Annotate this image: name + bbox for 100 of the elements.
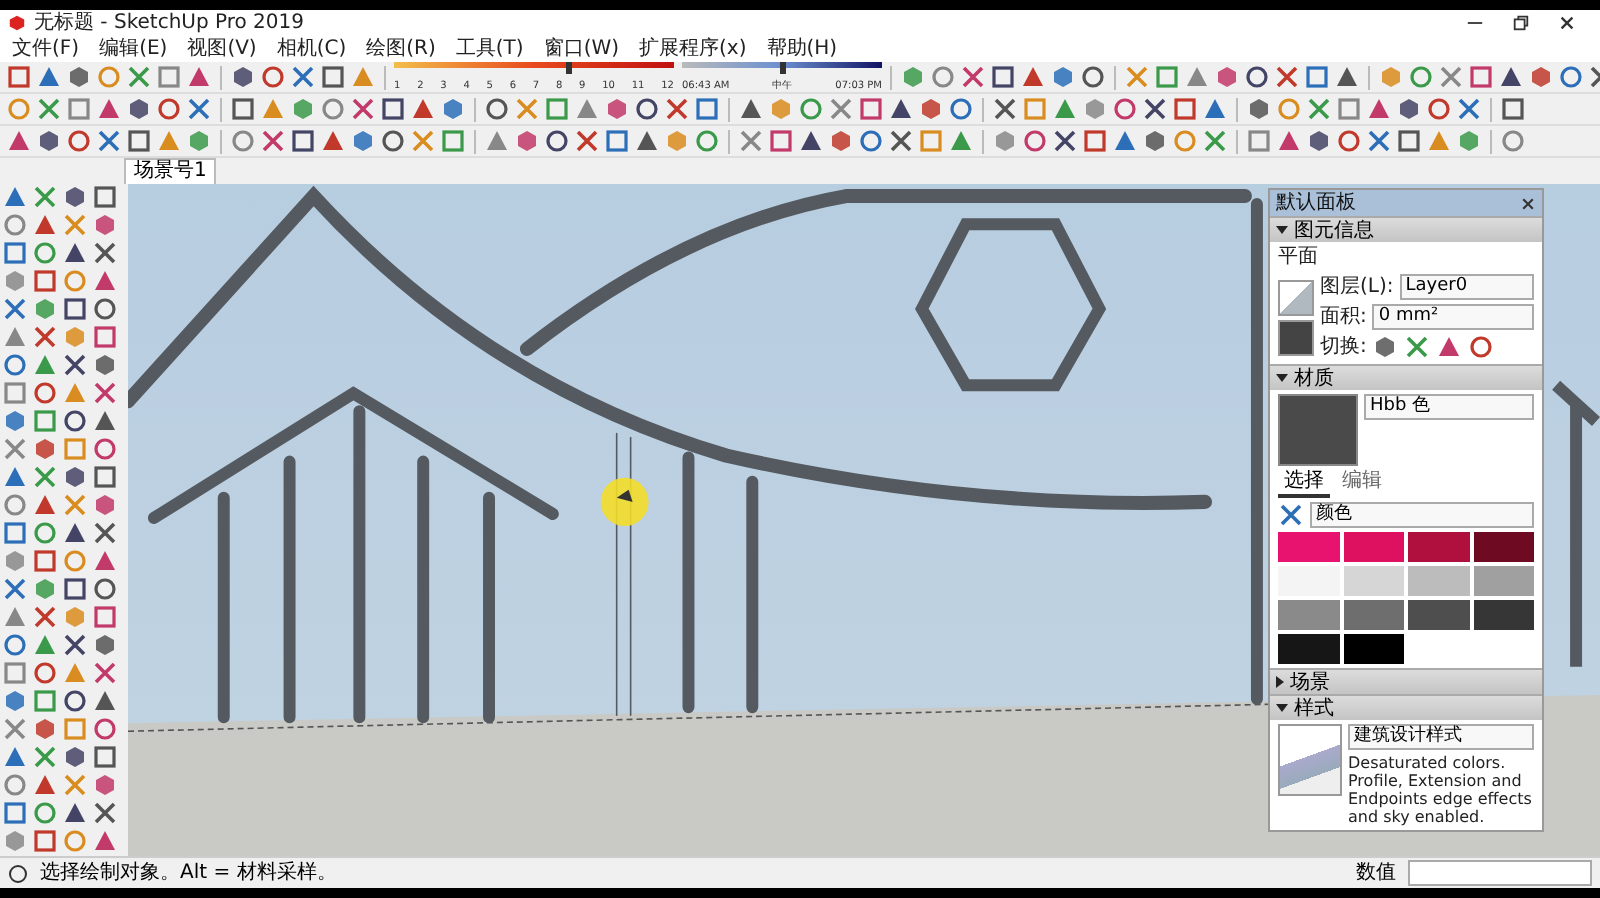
tool-icon[interactable]	[604, 96, 630, 122]
tool-icon[interactable]	[62, 800, 88, 826]
tool-icon[interactable]	[32, 492, 58, 518]
color-swatch[interactable]	[1278, 600, 1339, 630]
tool-icon[interactable]	[2, 408, 28, 434]
tool-icon[interactable]	[32, 772, 58, 798]
tool-icon[interactable]	[350, 96, 376, 122]
color-swatch[interactable]	[1278, 634, 1339, 664]
tool-icon[interactable]	[858, 128, 884, 154]
style-name-field[interactable]: 建筑设计样式	[1348, 724, 1534, 750]
tool-icon[interactable]	[32, 212, 58, 238]
color-swatch[interactable]	[1343, 634, 1404, 664]
tool-icon[interactable]	[1558, 64, 1584, 90]
slider-thumb[interactable]	[780, 62, 786, 74]
tool-icon[interactable]	[634, 128, 660, 154]
tool-icon[interactable]	[6, 128, 32, 154]
tool-icon[interactable]	[62, 352, 88, 378]
menu-item[interactable]: 扩展程序(x)	[639, 37, 747, 61]
tool-icon[interactable]	[126, 128, 152, 154]
tool-icon[interactable]	[1372, 334, 1399, 360]
tool-icon[interactable]	[62, 744, 88, 770]
tool-icon[interactable]	[664, 96, 690, 122]
tool-icon[interactable]	[156, 96, 182, 122]
tool-icon[interactable]	[948, 96, 974, 122]
tool-icon[interactable]	[1366, 96, 1392, 122]
tool-icon[interactable]	[1142, 128, 1168, 154]
color-swatch[interactable]	[1408, 566, 1469, 596]
materials-tab[interactable]: 编辑	[1336, 470, 1388, 498]
tool-icon[interactable]	[768, 128, 794, 154]
tool-icon[interactable]	[1366, 128, 1392, 154]
tool-icon[interactable]	[32, 324, 58, 350]
tool-icon[interactable]	[1336, 128, 1362, 154]
tool-icon[interactable]	[92, 800, 118, 826]
tool-icon[interactable]	[1404, 334, 1431, 360]
tool-icon[interactable]	[2, 240, 28, 266]
tool-icon[interactable]	[290, 64, 316, 90]
close-icon[interactable]	[1558, 14, 1576, 32]
tool-icon[interactable]	[62, 464, 88, 490]
tool-icon[interactable]	[350, 128, 376, 154]
tool-icon[interactable]	[2, 464, 28, 490]
tool-icon[interactable]	[32, 548, 58, 574]
tool-icon[interactable]	[1306, 128, 1332, 154]
tool-icon[interactable]	[1396, 128, 1422, 154]
menu-item[interactable]: 绘图(R)	[366, 37, 436, 61]
tool-icon[interactable]	[1274, 64, 1300, 90]
tool-icon[interactable]	[32, 604, 58, 630]
tool-icon[interactable]	[92, 660, 118, 686]
tool-icon[interactable]	[92, 604, 118, 630]
tool-icon[interactable]	[858, 96, 884, 122]
tool-icon[interactable]	[410, 96, 436, 122]
tool-icon[interactable]	[290, 128, 316, 154]
tool-icon[interactable]	[92, 464, 118, 490]
tool-icon[interactable]	[1468, 334, 1495, 360]
close-icon[interactable]	[1520, 195, 1536, 211]
tool-icon[interactable]	[32, 828, 58, 854]
tool-icon[interactable]	[634, 96, 660, 122]
tool-icon[interactable]	[260, 64, 286, 90]
tool-icon[interactable]	[1172, 96, 1198, 122]
color-swatch[interactable]	[1343, 566, 1404, 596]
tool-icon[interactable]	[96, 128, 122, 154]
tool-icon[interactable]	[1278, 502, 1304, 528]
measurements-field[interactable]	[1408, 860, 1592, 886]
color-swatch[interactable]	[1473, 600, 1534, 630]
slider-thumb[interactable]	[565, 62, 572, 74]
tool-icon[interactable]	[2, 576, 28, 602]
menu-item[interactable]: 帮助(H)	[766, 37, 838, 61]
tool-icon[interactable]	[92, 296, 118, 322]
tool-icon[interactable]	[1396, 96, 1422, 122]
tool-icon[interactable]	[2, 800, 28, 826]
tool-icon[interactable]	[2, 352, 28, 378]
tool-icon[interactable]	[1112, 128, 1138, 154]
tool-icon[interactable]	[1082, 128, 1108, 154]
tool-icon[interactable]	[62, 688, 88, 714]
tool-icon[interactable]	[888, 128, 914, 154]
color-swatch[interactable]	[1473, 566, 1534, 596]
tool-icon[interactable]	[544, 128, 570, 154]
tool-icon[interactable]	[92, 380, 118, 406]
tool-icon[interactable]	[1052, 128, 1078, 154]
tool-icon[interactable]	[2, 632, 28, 658]
tool-icon[interactable]	[1436, 334, 1463, 360]
tool-icon[interactable]	[484, 96, 510, 122]
tool-icon[interactable]	[1202, 96, 1228, 122]
tool-icon[interactable]	[6, 64, 32, 90]
tool-icon[interactable]	[2, 744, 28, 770]
tool-icon[interactable]	[1080, 64, 1106, 90]
menu-item[interactable]: 视图(V)	[187, 37, 257, 61]
tool-icon[interactable]	[1500, 96, 1526, 122]
tool-icon[interactable]	[992, 96, 1018, 122]
tool-icon[interactable]	[1142, 96, 1168, 122]
color-swatch[interactable]	[1343, 532, 1404, 562]
menu-item[interactable]: 窗口(W)	[543, 37, 620, 61]
tool-icon[interactable]	[1456, 96, 1482, 122]
tool-icon[interactable]	[62, 632, 88, 658]
tool-icon[interactable]	[230, 96, 256, 122]
tool-icon[interactable]	[2, 296, 28, 322]
tool-icon[interactable]	[260, 128, 286, 154]
tool-icon[interactable]	[126, 96, 152, 122]
tool-icon[interactable]	[990, 64, 1016, 90]
tool-icon[interactable]	[186, 96, 212, 122]
tool-icon[interactable]	[92, 184, 118, 210]
